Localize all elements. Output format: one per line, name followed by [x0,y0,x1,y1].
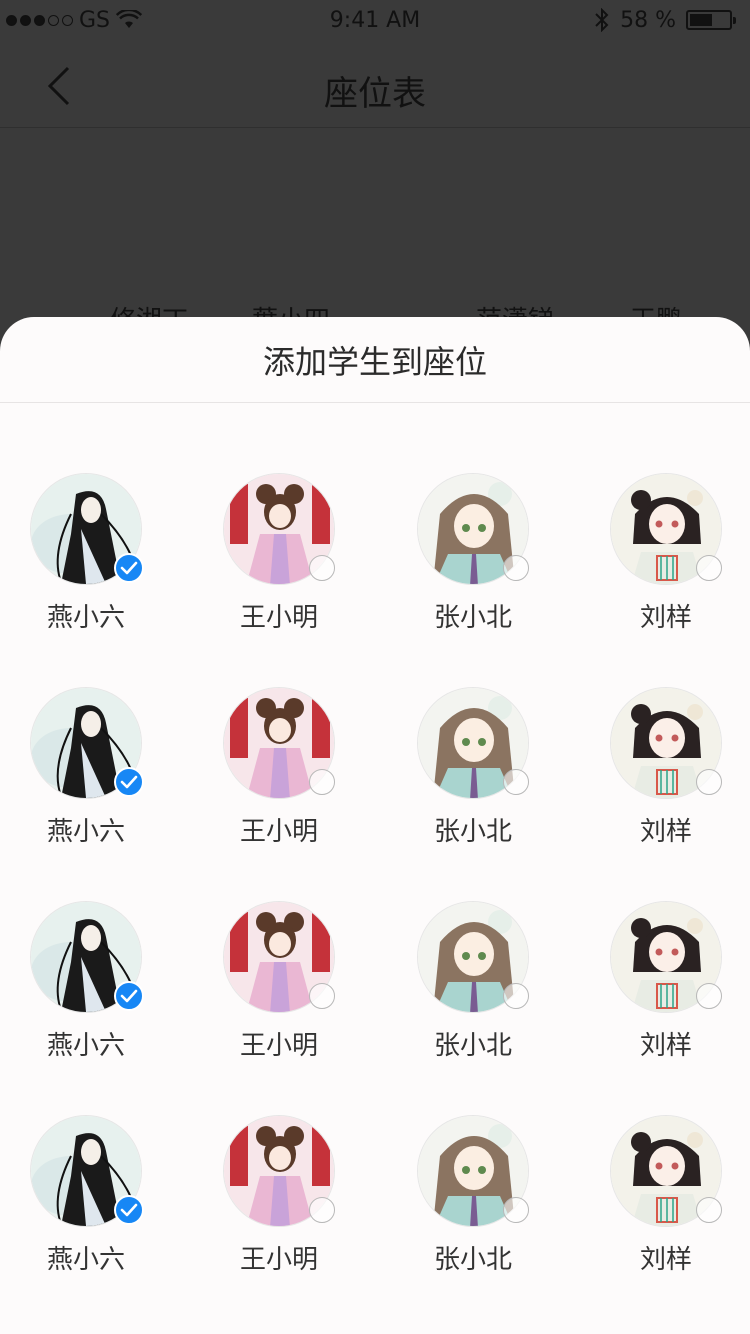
student-item[interactable]: 刘样 [581,901,750,1071]
avatar-container [417,473,529,585]
student-name: 刘样 [639,603,692,633]
student-item[interactable]: 张小北 [388,687,558,857]
unchecked-checkbox-icon[interactable] [503,983,529,1009]
student-item[interactable]: 刘样 [581,1115,750,1285]
avatar-container [610,687,722,799]
avatar-container [30,687,144,799]
avatar-container [30,1115,144,1227]
student-item[interactable]: 燕小六 [1,473,171,643]
avatar-container [417,687,529,799]
signal-strength-icon [6,14,73,26]
student-name: 张小北 [433,1245,512,1275]
student-item[interactable]: 王小明 [194,473,364,643]
unchecked-checkbox-icon[interactable] [503,1197,529,1223]
unchecked-checkbox-icon[interactable] [503,769,529,795]
student-name: 刘样 [639,817,692,847]
student-name: 张小北 [433,603,512,633]
student-item[interactable]: 王小明 [194,687,364,857]
unchecked-checkbox-icon[interactable] [696,555,722,581]
student-item[interactable]: 燕小六 [1,1115,171,1285]
page-title: 座位表 [324,74,426,114]
status-left: GS [6,7,143,33]
student-name: 刘样 [639,1245,692,1275]
add-student-sheet: 添加学生到座位 燕小六 王小明 张小北 刘样 燕小六 王小明 张小北 刘样 燕小… [0,317,750,1334]
student-name: 张小北 [433,1031,512,1061]
unchecked-checkbox-icon[interactable] [309,1197,335,1223]
avatar-container [223,901,335,1013]
avatar-container [610,473,722,585]
bluetooth-icon [595,8,609,32]
unchecked-checkbox-icon[interactable] [309,983,335,1009]
battery-percent: 58 % [620,7,676,33]
avatar-container [30,473,144,585]
student-item[interactable]: 王小明 [194,901,364,1071]
student-name: 王小明 [239,1245,318,1275]
checked-checkbox-icon[interactable] [114,767,144,797]
student-item[interactable]: 张小北 [388,473,558,643]
student-item[interactable]: 刘样 [581,687,750,857]
checked-checkbox-icon[interactable] [114,553,144,583]
checked-checkbox-icon[interactable] [114,981,144,1011]
avatar-container [610,1115,722,1227]
avatar-container [223,687,335,799]
student-name: 王小明 [239,1031,318,1061]
battery-level [690,14,713,26]
student-item[interactable]: 燕小六 [1,687,171,857]
student-name: 燕小六 [46,817,125,847]
screen: GS 9:41 AM 58 % 座位表 修湘丁 葉小四 范潇锑 王鹏 [0,0,750,1334]
student-name: 王小明 [239,603,318,633]
unchecked-checkbox-icon[interactable] [309,555,335,581]
student-name: 燕小六 [46,1245,125,1275]
nav-bar: 座位表 [0,40,750,128]
avatar-container [30,901,144,1013]
avatar-container [610,901,722,1013]
student-name: 燕小六 [46,603,125,633]
unchecked-checkbox-icon[interactable] [309,769,335,795]
carrier-label: GS [79,7,111,33]
avatar-container [223,1115,335,1227]
sheet-title: 添加学生到座位 [0,317,750,403]
student-item[interactable]: 王小明 [194,1115,364,1285]
avatar-container [223,473,335,585]
student-name: 刘样 [639,1031,692,1061]
checked-checkbox-icon[interactable] [114,1195,144,1225]
student-name: 张小北 [433,817,512,847]
student-item[interactable]: 张小北 [388,1115,558,1285]
unchecked-checkbox-icon[interactable] [696,1197,722,1223]
unchecked-checkbox-icon[interactable] [696,769,722,795]
student-item[interactable]: 刘样 [581,473,750,643]
student-item[interactable]: 燕小六 [1,901,171,1071]
unchecked-checkbox-icon[interactable] [696,983,722,1009]
status-right: 58 % [594,7,736,33]
student-name: 燕小六 [46,1031,125,1061]
student-name: 王小明 [239,817,318,847]
student-item[interactable]: 张小北 [388,901,558,1071]
status-bar: GS 9:41 AM 58 % [0,0,750,40]
avatar-container [417,901,529,1013]
battery-icon [686,10,736,30]
unchecked-checkbox-icon[interactable] [503,555,529,581]
avatar-container [417,1115,529,1227]
wifi-icon [116,10,143,28]
